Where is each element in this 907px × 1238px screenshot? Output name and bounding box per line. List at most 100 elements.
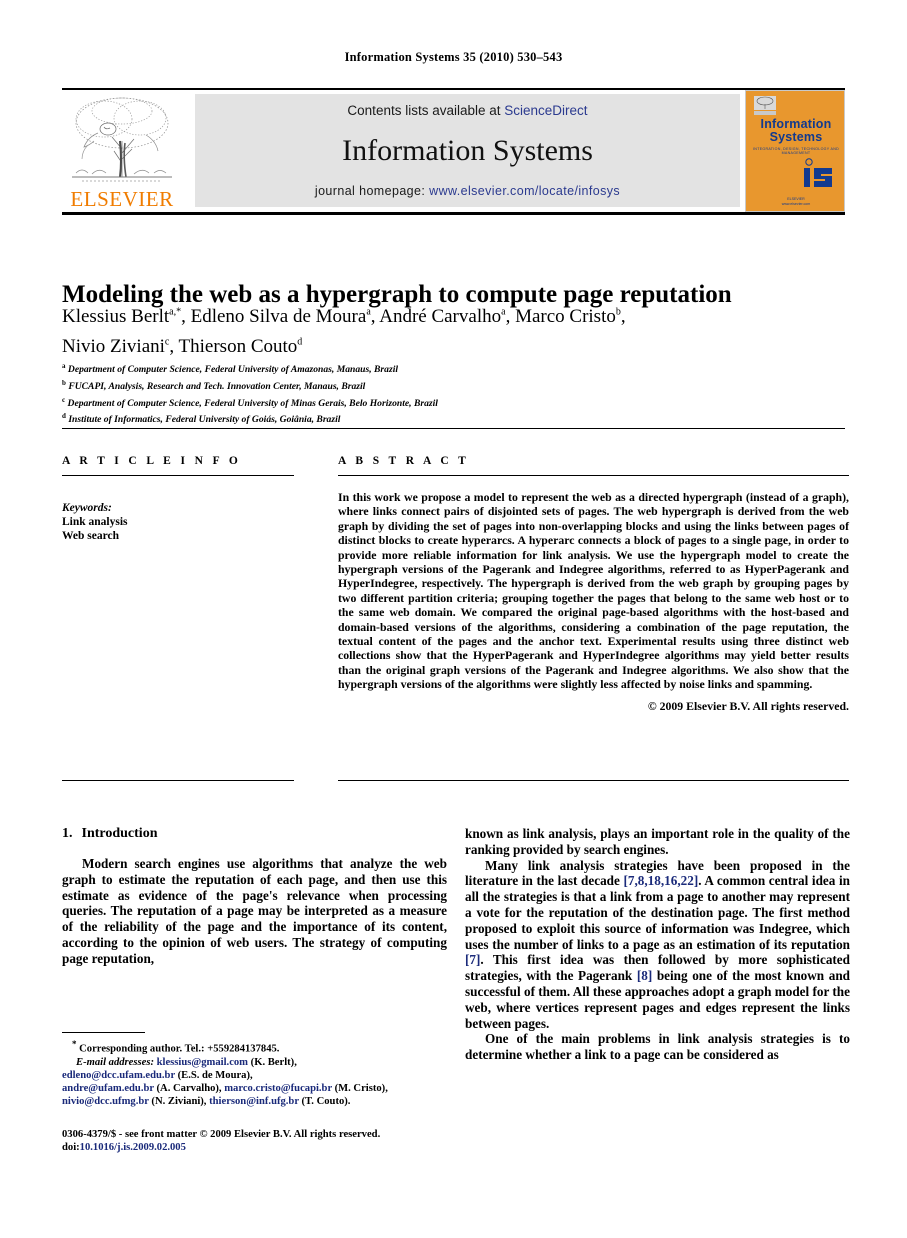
author-item: Nivio Zivianic, <box>62 335 179 357</box>
paragraph: One of the main problems in link analysi… <box>465 1031 850 1063</box>
doi-prefix: doi: <box>62 1142 80 1153</box>
affiliation-text: Institute of Informatics, Federal Univer… <box>68 414 341 426</box>
elsevier-wordmark: ELSEVIER <box>70 187 174 211</box>
abstract-heading-rule <box>338 475 849 476</box>
asterisk-icon: * <box>72 1039 77 1049</box>
article-info-column: A R T I C L E I N F O Keywords: Link ana… <box>62 455 294 543</box>
affiliation-text: Department of Computer Science, Federal … <box>67 397 438 409</box>
cover-elsevier-mark-icon <box>754 96 776 116</box>
author-item: Edleno Silva de Mouraa, <box>190 306 380 328</box>
abstract-heading: A B S T R A C T <box>338 455 470 467</box>
abstract-bottom-rule <box>338 780 849 781</box>
email-owner: (E.S. de Moura), <box>177 1069 253 1081</box>
citation-link[interactable]: [8] <box>637 968 652 983</box>
affiliation-item: d Institute of Informatics, Federal Univ… <box>62 410 852 427</box>
affiliation-item: c Department of Computer Science, Federa… <box>62 394 852 411</box>
affiliation-list: a Department of Computer Science, Federa… <box>62 360 852 427</box>
abstract-copyright: © 2009 Elsevier B.V. All rights reserved… <box>647 698 849 713</box>
author-item: Marco Cristob, <box>515 306 626 328</box>
email-link[interactable]: klessius@gmail.com <box>157 1057 248 1068</box>
author-marks: c <box>164 336 170 348</box>
cover-footer: ELSEVIER www.elsevier.com <box>746 197 844 207</box>
affiliation-text: Department of Computer Science, Federal … <box>67 364 399 376</box>
citation-link[interactable]: [7,8,18,16,22] <box>623 873 698 888</box>
email-addresses-note: E-mail addresses: klessius@gmail.com (K.… <box>62 1056 447 1109</box>
journal-homepage-link[interactable]: www.elsevier.com/locate/infosys <box>429 184 620 198</box>
journal-cover-thumbnail: Information Systems INTEGRATION, DESIGN,… <box>745 90 845 212</box>
email-link[interactable]: thierson@inf.ufg.br <box>209 1096 299 1107</box>
email-link[interactable]: edleno@dcc.ufam.edu.br <box>62 1070 175 1081</box>
journal-banner: ELSEVIER Contents lists available at Sci… <box>62 88 845 215</box>
body-column-left: 1. Introduction Modern search engines use… <box>62 826 447 967</box>
article-info-heading-rule <box>62 475 294 476</box>
affiliation-mark: b <box>62 378 66 387</box>
corresponding-author-note: * Corresponding author. Tel.: +559284137… <box>62 1038 447 1056</box>
paragraph: known as link analysis, plays an importa… <box>465 826 850 857</box>
journal-title: Information Systems <box>342 134 593 167</box>
affiliation-item: b FUCAPI, Analysis, Research and Tech. I… <box>62 377 852 394</box>
footnote-block: * Corresponding author. Tel.: +559284137… <box>62 1038 447 1109</box>
cover-title-line1: Information <box>760 117 832 131</box>
email-owner: (A. Carvalho), <box>156 1083 222 1095</box>
author-name: Nivio Ziviani <box>62 335 165 357</box>
email-owner: (N. Ziviani), <box>151 1096 207 1108</box>
section-title: Introduction <box>81 826 158 841</box>
banner-center-box: Contents lists available at ScienceDirec… <box>195 94 740 207</box>
journal-homepage-line: journal homepage: www.elsevier.com/locat… <box>195 184 740 198</box>
banner-top-rule <box>62 88 845 90</box>
cover-foot-line2: www.elsevier.com <box>781 202 811 206</box>
affiliation-text: FUCAPI, Analysis, Research and Tech. Inn… <box>68 380 366 392</box>
title-block-divider <box>62 428 845 429</box>
author-item: Thierson Coutod <box>179 336 303 357</box>
abstract-column: A B S T R A C T In this work we propose … <box>338 455 849 714</box>
contents-prefix-text: Contents lists available at <box>347 103 501 118</box>
author-marks: d <box>297 336 303 348</box>
keyword-item: Link analysis <box>62 516 128 528</box>
paragraph: Modern search engines use algorithms tha… <box>62 856 447 966</box>
affiliation-mark: a <box>62 362 66 370</box>
info-column-bottom-rule <box>62 780 294 781</box>
email-owner: (K. Berlt), <box>250 1056 297 1068</box>
abstract-text: In this work we propose a model to repre… <box>338 490 849 692</box>
imprint-block: 0306-4379/$ - see front matter © 2009 El… <box>62 1128 482 1154</box>
cover-is-logo-icon <box>800 157 840 191</box>
sciencedirect-link[interactable]: ScienceDirect <box>504 103 587 118</box>
email-owner: (T. Couto). <box>301 1096 351 1108</box>
author-marks: b <box>615 307 621 318</box>
cover-foot-line1: ELSEVIER <box>787 197 805 201</box>
banner-bottom-rule <box>62 212 845 215</box>
corresponding-author-text: Corresponding author. Tel.: +55928413784… <box>79 1043 280 1055</box>
email-link[interactable]: nivio@dcc.ufmg.br <box>62 1096 149 1107</box>
doi-line: doi:10.1016/j.is.2009.02.005 <box>62 1141 482 1154</box>
affiliation-item: a Department of Computer Science, Federa… <box>62 360 852 377</box>
author-marks: a <box>366 307 371 318</box>
section-number: 1. <box>62 826 73 841</box>
citation-link[interactable]: [7] <box>465 952 480 967</box>
cover-subtitle: INTEGRATION, DESIGN, TECHNOLOGY AND MANA… <box>753 147 839 155</box>
body-column-right: known as link analysis, plays an importa… <box>465 826 850 1063</box>
section-heading-introduction: 1. Introduction <box>62 826 447 842</box>
issn-line: 0306-4379/$ - see front matter © 2009 El… <box>62 1129 381 1140</box>
running-head: Information Systems 35 (2010) 530–543 <box>344 50 563 64</box>
keyword-item: Web search <box>62 530 119 542</box>
email-link[interactable]: marco.cristo@fucapi.br <box>224 1083 332 1094</box>
contents-available-line: Contents lists available at ScienceDirec… <box>195 103 740 118</box>
article-info-heading: A R T I C L E I N F O <box>62 455 242 467</box>
homepage-prefix-text: journal homepage: <box>314 184 426 198</box>
elsevier-tree-icon <box>68 93 176 185</box>
paper-first-page: Information Systems 35 (2010) 530–543 EL… <box>0 0 907 1238</box>
cover-title: Information Systems <box>746 117 844 144</box>
author-name: Marco Cristo <box>515 306 616 328</box>
author-item: Klessius Berlta,*, <box>62 306 191 328</box>
author-name: Klessius Berlt <box>62 306 170 328</box>
doi-link[interactable]: 10.1016/j.is.2009.02.005 <box>80 1142 186 1153</box>
elsevier-logo: ELSEVIER <box>62 91 182 211</box>
affiliation-mark: d <box>62 412 66 421</box>
author-name: Edleno Silva de Moura <box>190 306 367 328</box>
email-addresses-label: E-mail addresses: <box>76 1056 154 1068</box>
paragraph: Many link analysis strategies have been … <box>465 858 850 1032</box>
author-marks: a <box>501 307 506 318</box>
email-link[interactable]: andre@ufam.edu.br <box>62 1083 154 1094</box>
keywords-label: Keywords: <box>62 502 112 514</box>
affiliation-mark: c <box>62 395 66 404</box>
